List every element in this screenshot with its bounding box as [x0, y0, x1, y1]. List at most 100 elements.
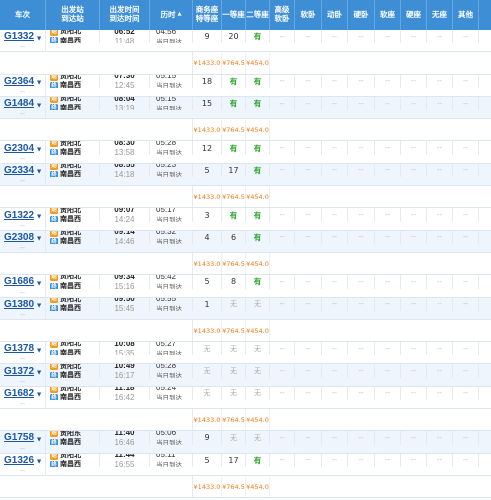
expand-stops-icon[interactable]: ▼ — [37, 281, 41, 287]
business-seat-availability[interactable]: 4 — [193, 230, 222, 244]
expand-stops-icon[interactable]: ▼ — [37, 348, 41, 354]
table-row[interactable]: G2334 ▼ 始贵阳北 终南昌西 08:55 14:18 05:23 当日到达… — [0, 163, 491, 187]
train-number-link[interactable]: G1326 — [4, 455, 34, 466]
expand-stops-icon[interactable]: ▼ — [37, 214, 41, 220]
expand-stops-icon[interactable]: ▼ — [37, 437, 41, 443]
second-class-availability[interactable]: 有 — [246, 208, 270, 222]
business-seat-availability[interactable]: 9 — [193, 30, 222, 44]
first-class-availability[interactable]: 有 — [222, 96, 246, 111]
business-seat-availability[interactable]: 9 — [193, 431, 222, 445]
first-class-availability[interactable]: 无 — [222, 386, 246, 401]
first-class-availability[interactable]: 无 — [222, 297, 246, 311]
business-seat-availability[interactable]: 3 — [193, 208, 222, 222]
train-number-link[interactable]: G1372 — [4, 366, 34, 377]
second-class-availability[interactable]: 有 — [246, 96, 270, 111]
first-class-availability[interactable]: 17 — [222, 163, 246, 178]
business-seat-availability[interactable]: 无 — [193, 364, 222, 378]
expand-stops-icon[interactable]: ▼ — [37, 147, 41, 153]
train-number-cell[interactable]: G1682 ▼ — [0, 386, 46, 401]
table-row[interactable]: G2364 ▼ 始贵阳北 终南昌西 07:30 12:45 05:15 当日到达… — [0, 74, 491, 97]
header-times[interactable]: 出发时间 到达时间 — [100, 0, 150, 30]
train-number-link[interactable]: G1380 — [4, 299, 34, 310]
business-seat-availability[interactable]: 12 — [193, 141, 222, 155]
train-number-cell[interactable]: G1372 ▼ — [0, 364, 46, 378]
train-number-link[interactable]: G1686 — [4, 276, 34, 287]
train-number-link[interactable]: G1758 — [4, 432, 34, 443]
first-class-availability[interactable]: 6 — [222, 230, 246, 244]
train-number-cell[interactable]: G2308 ▼ — [0, 230, 46, 244]
first-class-availability[interactable]: 无 — [222, 342, 246, 356]
business-seat-availability[interactable]: 5 — [193, 453, 222, 467]
first-class-availability[interactable]: 有 — [222, 141, 246, 155]
expand-stops-icon[interactable]: ▼ — [37, 80, 41, 86]
table-row[interactable]: G1378 ▼ 始贵阳北 终南昌西 10:08 15:35 05:27 当日到达… — [0, 342, 491, 365]
header-stations[interactable]: 出发站 到达站 — [46, 0, 100, 30]
table-row[interactable]: G2304 ▼ 始贵阳北 终南昌西 08:30 13:58 05:28 当日到达… — [0, 141, 491, 164]
expand-stops-icon[interactable]: ▼ — [37, 103, 41, 109]
business-seat-availability[interactable]: 无 — [193, 386, 222, 401]
expand-stops-icon[interactable]: ▼ — [37, 236, 41, 242]
business-seat-availability[interactable]: 5 — [193, 163, 222, 178]
second-class-availability[interactable]: 有 — [246, 163, 270, 178]
second-class-availability[interactable]: 无 — [246, 297, 270, 311]
second-class-availability[interactable]: 有 — [246, 30, 270, 44]
table-row[interactable]: G1332 ▼ 始贵阳北 终南昌西 06:52 11:48 04:56 当日到达… — [0, 30, 491, 53]
train-number-cell[interactable]: G1332 ▼ — [0, 30, 46, 44]
business-seat-availability[interactable]: 18 — [193, 74, 222, 88]
second-class-availability[interactable]: 有 — [246, 275, 270, 289]
train-number-link[interactable]: G2364 — [4, 76, 34, 87]
business-seat-availability[interactable]: 1 — [193, 297, 222, 311]
expand-stops-icon[interactable]: ▼ — [37, 459, 41, 465]
expand-stops-icon[interactable]: ▼ — [37, 36, 41, 42]
train-number-cell[interactable]: G1484 ▼ — [0, 96, 46, 111]
train-number-link[interactable]: G2304 — [4, 143, 34, 154]
second-class-availability[interactable]: 无 — [246, 431, 270, 445]
expand-stops-icon[interactable]: ▼ — [37, 169, 41, 175]
train-number-cell[interactable]: G2304 ▼ — [0, 141, 46, 155]
second-class-availability[interactable]: 有 — [246, 230, 270, 244]
second-class-availability[interactable]: 无 — [246, 386, 270, 401]
first-class-availability[interactable]: 有 — [222, 208, 246, 222]
train-number-link[interactable]: G1682 — [4, 388, 34, 399]
second-class-availability[interactable]: 有 — [246, 74, 270, 88]
train-number-cell[interactable]: G1686 ▼ — [0, 275, 46, 289]
first-class-availability[interactable]: 17 — [222, 453, 246, 467]
train-number-link[interactable]: G1484 — [4, 98, 34, 109]
second-class-availability[interactable]: 无 — [246, 364, 270, 378]
table-row[interactable]: G1372 ▼ 始贵阳北 终南昌西 10:49 16:17 05:28 当日到达… — [0, 364, 491, 387]
business-seat-availability[interactable]: 5 — [193, 275, 222, 289]
train-number-cell[interactable]: G1326 ▼ — [0, 453, 46, 467]
train-number-cell[interactable]: G2364 ▼ — [0, 74, 46, 88]
first-class-availability[interactable]: 20 — [222, 30, 246, 44]
business-seat-availability[interactable]: 无 — [193, 342, 222, 356]
train-number-cell[interactable]: G1380 ▼ — [0, 297, 46, 311]
table-row[interactable]: G1326 ▼ 始贵阳北 终南昌西 11:44 16:55 05:11 当日到达… — [0, 453, 491, 476]
table-row[interactable]: G1758 ▼ 始贵阳东 终南昌西 11:40 16:46 05:06 当日到达… — [0, 431, 491, 454]
first-class-availability[interactable]: 8 — [222, 275, 246, 289]
train-number-cell[interactable]: G1758 ▼ — [0, 431, 46, 445]
table-row[interactable]: G1686 ▼ 始贵阳北 终南昌西 09:34 15:16 05:42 当日到达… — [0, 275, 491, 298]
expand-stops-icon[interactable]: ▼ — [37, 370, 41, 376]
table-row[interactable]: G1380 ▼ 始贵阳北 终南昌西 09:50 15:45 05:55 当日到达… — [0, 297, 491, 320]
train-number-cell[interactable]: G2334 ▼ — [0, 163, 46, 178]
expand-stops-icon[interactable]: ▼ — [37, 303, 41, 309]
header-duration[interactable]: 历时 ▲ — [150, 0, 193, 30]
train-number-link[interactable]: G2308 — [4, 232, 34, 243]
table-row[interactable]: G1322 ▼ 始贵阳北 终南昌西 09:07 14:24 05:17 当日到达… — [0, 208, 491, 231]
first-class-availability[interactable]: 有 — [222, 74, 246, 88]
train-number-cell[interactable]: G1322 ▼ — [0, 208, 46, 222]
first-class-availability[interactable]: 无 — [222, 364, 246, 378]
train-number-link[interactable]: G1378 — [4, 343, 34, 354]
train-number-link[interactable]: G1332 — [4, 31, 34, 42]
train-number-link[interactable]: G2334 — [4, 165, 34, 176]
table-row[interactable]: G2308 ▼ 始贵阳北 终南昌西 09:14 14:46 05:32 当日到达… — [0, 230, 491, 253]
second-class-availability[interactable]: 有 — [246, 453, 270, 467]
table-row[interactable]: G1484 ▼ 始贵阳北 终南昌西 08:04 13:19 05:15 当日到达… — [0, 96, 491, 120]
train-number-cell[interactable]: G1378 ▼ — [0, 342, 46, 356]
train-number-link[interactable]: G1322 — [4, 210, 34, 221]
business-seat-availability[interactable]: 15 — [193, 96, 222, 111]
second-class-availability[interactable]: 有 — [246, 141, 270, 155]
table-row[interactable]: G1682 ▼ 始贵阳北 终南昌西 11:18 16:42 05:24 当日到达… — [0, 386, 491, 410]
first-class-availability[interactable]: 无 — [222, 431, 246, 445]
expand-stops-icon[interactable]: ▼ — [37, 392, 41, 398]
